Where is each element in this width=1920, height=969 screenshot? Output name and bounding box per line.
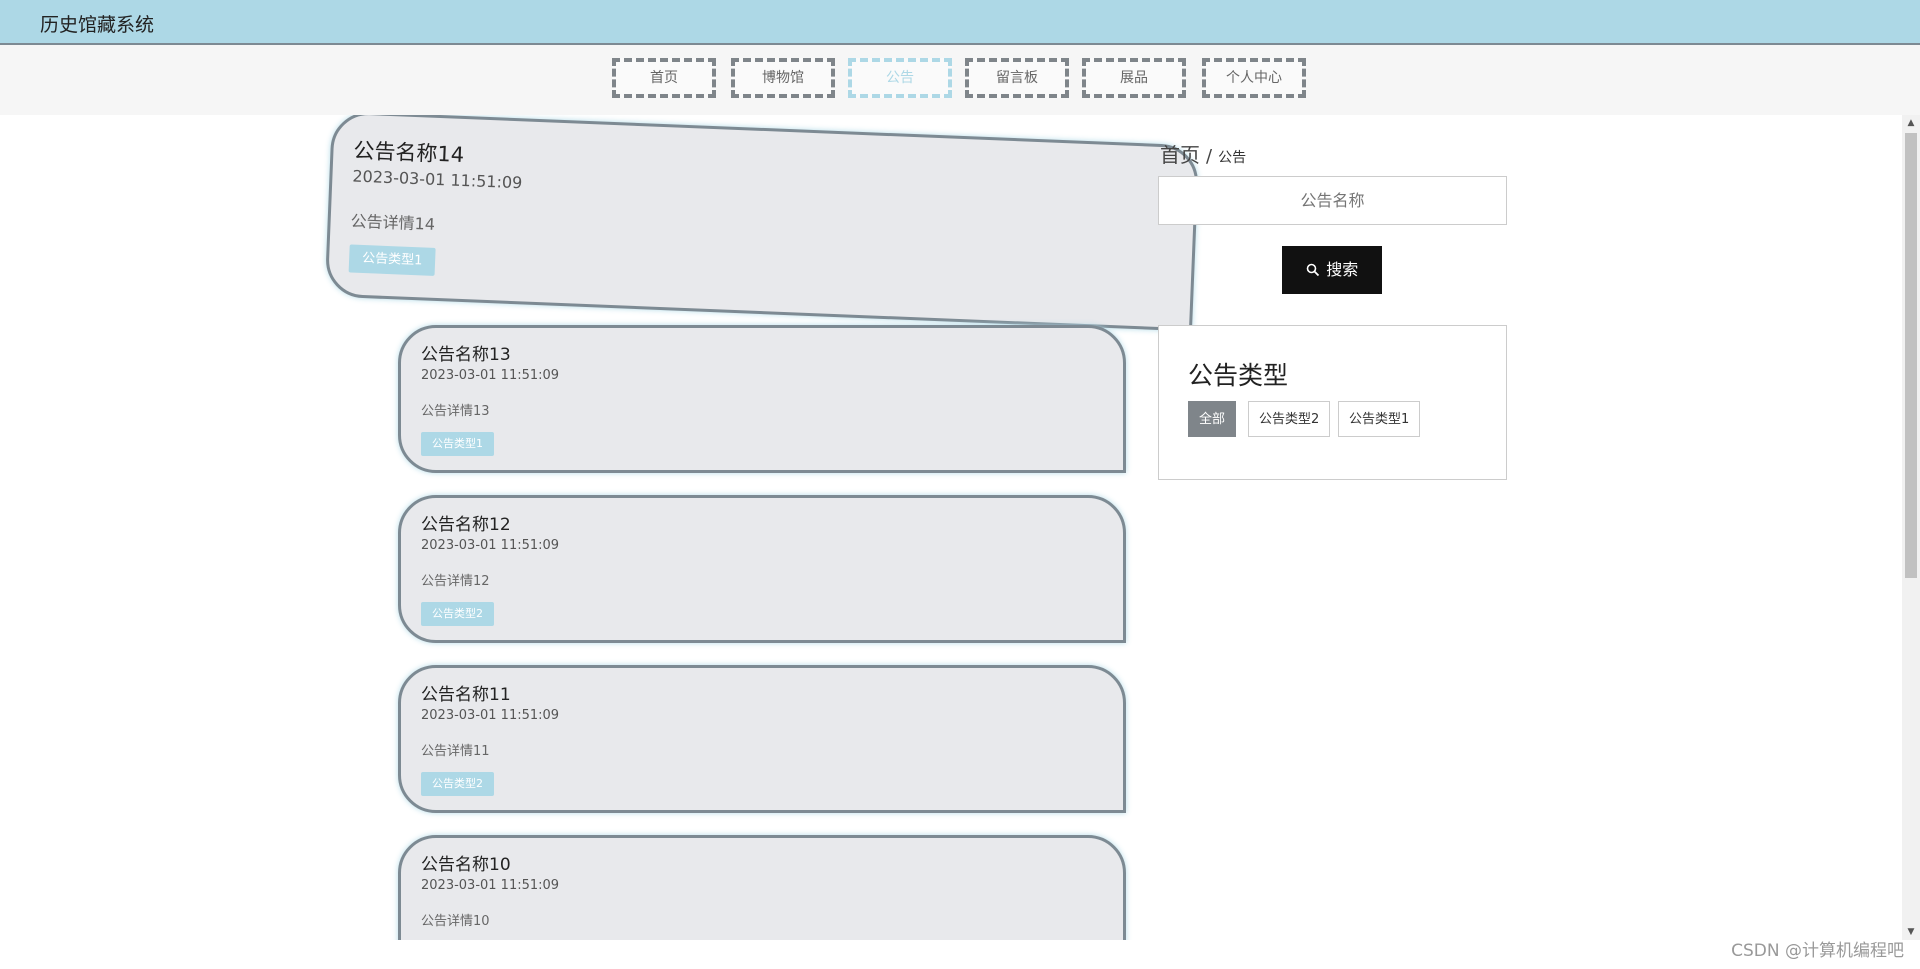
notice-type-tag: 公告类型1 <box>421 432 494 456</box>
search-icon <box>1306 263 1324 279</box>
notice-type-tag: 公告类型2 <box>421 772 494 796</box>
filter-title: 公告类型 <box>1188 361 1289 390</box>
filter-option-all[interactable]: 全部 <box>1188 401 1237 437</box>
notice-detail: 公告详情11 <box>421 744 490 759</box>
notice-detail: 公告详情14 <box>350 211 436 234</box>
notice-card[interactable]: 公告名称10 2023-03-01 11:51:09 公告详情10 <box>398 835 1126 940</box>
site-title: 历史馆藏系统 <box>40 14 155 36</box>
filter-option-type2[interactable]: 公告类型2 <box>1248 401 1331 437</box>
scrollbar-thumb[interactable] <box>1905 133 1917 578</box>
breadcrumb-current: 公告 <box>1218 150 1247 166</box>
scroll-up-arrow-icon[interactable]: ▲ <box>1902 115 1920 131</box>
notice-type-tag: 公告类型1 <box>348 244 436 276</box>
notice-title: 公告名称12 <box>421 515 511 535</box>
notice-detail: 公告详情12 <box>421 574 490 589</box>
notice-card[interactable]: 公告名称13 2023-03-01 11:51:09 公告详情13 公告类型1 <box>398 325 1126 473</box>
nav-item-museum[interactable]: 博物馆 <box>731 58 835 98</box>
top-header-bar: 历史馆藏系统 <box>0 0 1920 45</box>
main-content: 公告名称14 2023-03-01 11:51:09 公告详情14 公告类型1 … <box>0 115 1900 940</box>
notice-title: 公告名称13 <box>421 345 511 365</box>
nav-item-message-board[interactable]: 留言板 <box>965 58 1069 98</box>
notice-detail: 公告详情10 <box>421 914 490 929</box>
notice-type-tag: 公告类型2 <box>421 602 494 626</box>
nav-item-home[interactable]: 首页 <box>612 58 716 98</box>
notice-title: 公告名称10 <box>421 855 511 875</box>
notice-time: 2023-03-01 11:51:09 <box>421 368 560 383</box>
notice-title: 公告名称11 <box>421 685 511 705</box>
vertical-scrollbar[interactable]: ▲ ▼ <box>1902 115 1920 940</box>
notice-card[interactable]: 公告名称12 2023-03-01 11:51:09 公告详情12 公告类型2 <box>398 495 1126 643</box>
notice-type-filter-panel: 公告类型 全部 公告类型2 公告类型1 <box>1158 325 1507 480</box>
breadcrumb: 首页 / 公告 <box>1160 139 1246 168</box>
breadcrumb-separator: / <box>1206 146 1213 167</box>
scroll-down-arrow-icon[interactable]: ▼ <box>1902 924 1920 940</box>
search-input[interactable] <box>1158 176 1507 225</box>
main-nav: 首页 博物馆 公告 留言板 展品 个人中心 <box>0 45 1920 115</box>
search-button[interactable]: 搜索 <box>1282 246 1382 294</box>
notice-time: 2023-03-01 11:51:09 <box>421 538 560 553</box>
notice-detail: 公告详情13 <box>421 404 490 419</box>
breadcrumb-home-link[interactable]: 首页 <box>1160 143 1200 167</box>
notice-time: 2023-03-01 11:51:09 <box>352 166 523 193</box>
search-button-label: 搜索 <box>1326 260 1359 279</box>
notice-time: 2023-03-01 11:51:09 <box>421 878 560 893</box>
nav-item-personal-center[interactable]: 个人中心 <box>1202 58 1306 98</box>
notice-card[interactable]: 公告名称11 2023-03-01 11:51:09 公告详情11 公告类型2 <box>398 665 1126 813</box>
watermark: CSDN @计算机编程吧 <box>1731 941 1904 961</box>
notice-card[interactable]: 公告名称14 2023-03-01 11:51:09 公告详情14 公告类型1 <box>324 115 1200 332</box>
notice-time: 2023-03-01 11:51:09 <box>421 708 560 723</box>
nav-item-notice[interactable]: 公告 <box>848 58 952 98</box>
notice-title: 公告名称14 <box>353 138 465 167</box>
filter-option-type1[interactable]: 公告类型1 <box>1338 401 1421 437</box>
nav-item-exhibits[interactable]: 展品 <box>1082 58 1186 98</box>
